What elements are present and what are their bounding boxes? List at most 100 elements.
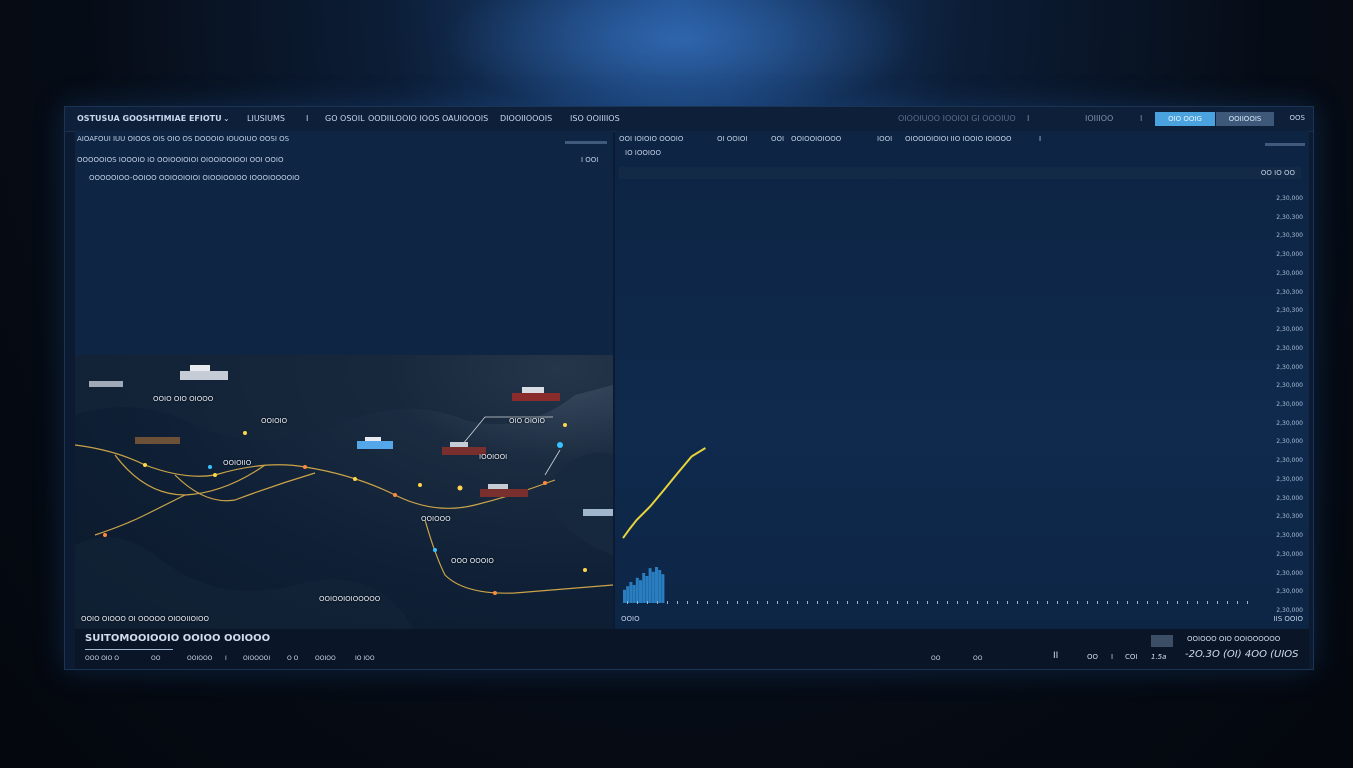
ship-icon[interactable] — [135, 437, 180, 444]
x-tick-mark — [727, 601, 728, 604]
bottom-item-5[interactable]: OIOOOOI — [243, 655, 270, 662]
bottom-item-6[interactable]: O O — [287, 655, 298, 662]
route-node[interactable] — [243, 431, 247, 435]
route-node[interactable] — [493, 591, 497, 595]
ship-icon[interactable] — [583, 509, 613, 516]
more-menu[interactable]: OOS — [1290, 114, 1305, 122]
route-node[interactable] — [103, 533, 107, 537]
ship-icon[interactable] — [480, 484, 528, 497]
x-tick-mark — [827, 601, 828, 604]
chart-bar[interactable] — [639, 580, 642, 603]
x-axis-label: OOIO — [621, 615, 640, 623]
map-label-4: OIO OIOIO — [509, 417, 545, 425]
route-node[interactable] — [433, 548, 437, 552]
bottom-item-8[interactable]: IO IOO — [355, 655, 375, 662]
route-west — [94, 494, 186, 536]
bottom-right-5: I — [1111, 653, 1114, 661]
x-tick-mark — [857, 601, 858, 604]
x-tick-mark — [1007, 601, 1008, 604]
route-node[interactable] — [213, 473, 217, 477]
route-node[interactable] — [418, 483, 422, 487]
ship-icon[interactable] — [89, 381, 123, 387]
chart-bar[interactable] — [642, 573, 646, 603]
x-axis-label-right: IIS OOIO — [1273, 615, 1303, 623]
x-tick-mark — [907, 601, 908, 604]
stat-values: -2O.3O (OI) 4OO (UIOS — [1185, 649, 1299, 660]
x-tick-mark — [1067, 601, 1068, 604]
bottom-title-underline — [85, 649, 173, 650]
bottom-item-7[interactable]: OOIOO — [315, 655, 336, 662]
x-tick-mark — [1197, 601, 1198, 604]
menu-item-1[interactable]: LIUSIUMS — [247, 114, 285, 123]
x-tick-mark — [787, 601, 788, 604]
x-tick-mark — [697, 601, 698, 604]
chart-bar[interactable] — [632, 585, 636, 603]
x-tick-mark — [747, 601, 748, 604]
route-node[interactable] — [557, 442, 563, 448]
shipping-map[interactable]: OOIO OIO OIOOO OOIOIO OOIOIIO OIO OIOIO … — [75, 355, 613, 629]
map-label-5: IOOIOOI — [479, 453, 508, 461]
stat-label: OOIOOO OIO OOIOOOOOO — [1187, 635, 1281, 643]
chart-bar[interactable] — [655, 567, 658, 603]
x-tick-mark — [1227, 601, 1228, 604]
x-tick-mark — [1027, 601, 1028, 604]
bottom-title: SUITOMOOIOOIO OOIOO OOIOOO — [85, 633, 271, 644]
chart-bar[interactable] — [648, 568, 652, 603]
callout-lines — [457, 416, 561, 476]
x-tick-mark — [1127, 601, 1128, 604]
menu-item-5[interactable]: DIOOIIOOOIS — [500, 114, 552, 123]
chevron-down-icon[interactable]: ⌄ — [223, 114, 230, 123]
route-node[interactable] — [353, 477, 357, 481]
chart-bar[interactable] — [635, 577, 639, 603]
x-tick-mark — [1077, 601, 1078, 604]
chart-bar[interactable] — [645, 576, 649, 603]
x-tick-mark — [647, 601, 648, 604]
menu-item-3[interactable]: GO OSOIL — [325, 114, 365, 123]
scroll-indicator[interactable] — [565, 141, 607, 144]
menu-item-6[interactable]: ISO OOIIIIOS — [570, 114, 620, 123]
bar-series — [623, 567, 665, 603]
bottom-item-1[interactable]: OOO OIO O — [85, 655, 119, 662]
chart-bar[interactable] — [623, 589, 626, 603]
chart-bar[interactable] — [661, 574, 665, 603]
bottom-item-3[interactable]: OOIOOO — [187, 655, 212, 662]
menu-item-4[interactable]: OODIILOOIO IOOS OAUIOOOIS — [368, 114, 488, 123]
x-tick-mark — [1157, 601, 1158, 604]
ship-icon[interactable] — [357, 437, 393, 449]
map-label-2: OOIOIO — [261, 417, 288, 425]
line-series[interactable] — [622, 447, 706, 539]
route-node[interactable] — [393, 493, 397, 497]
chart-bar[interactable] — [629, 582, 633, 603]
menu-item-2[interactable]: I — [306, 114, 308, 123]
x-tick-mark — [887, 601, 888, 604]
route-node[interactable] — [208, 465, 212, 469]
left-panel-subheader-right: I OOI — [581, 156, 599, 164]
route-node[interactable] — [563, 423, 567, 427]
app-title[interactable]: OSTUSUA GOOSHTIMIAE EFIOTU — [77, 114, 222, 123]
x-tick-mark — [627, 601, 628, 604]
map-footer-label: OOIO OIOOO OI OOOOO OIOOIIOIOO — [81, 615, 210, 623]
route-node[interactable] — [303, 465, 307, 469]
bottom-right-1: OO — [931, 655, 941, 662]
x-tick-mark — [1147, 601, 1148, 604]
x-tick-mark — [897, 601, 898, 604]
chart-bar[interactable] — [651, 571, 655, 603]
right-panel: OOI IOIOIO OOOIO OI OOIOI OOI OOIOOIOIOO… — [615, 131, 1309, 629]
x-tick-mark — [1167, 601, 1168, 604]
secondary-button[interactable]: OOIIOOIS — [1216, 112, 1274, 126]
chart-bar[interactable] — [626, 586, 630, 603]
chart-bar[interactable] — [658, 570, 662, 603]
left-panel-header: AIOAFOUI IUU OIOOS OIS OIO OS DOOOIO IOU… — [77, 135, 290, 143]
route-node[interactable] — [457, 485, 463, 491]
bottom-item-4[interactable]: I — [225, 655, 227, 662]
bottom-right-2: OO — [973, 655, 983, 662]
route-node[interactable] — [143, 463, 147, 467]
primary-button[interactable]: OIO OOIG — [1155, 112, 1215, 126]
map-label-1: OOIO OIO OIOOO — [153, 395, 214, 403]
map-label-8: OOIOOIOIOOOOO — [319, 595, 381, 603]
bottom-item-2[interactable]: OO — [151, 655, 160, 662]
x-tick-mark — [757, 601, 758, 604]
route-node[interactable] — [583, 568, 587, 572]
route-node[interactable] — [543, 481, 547, 485]
x-tick-mark — [1187, 601, 1188, 604]
